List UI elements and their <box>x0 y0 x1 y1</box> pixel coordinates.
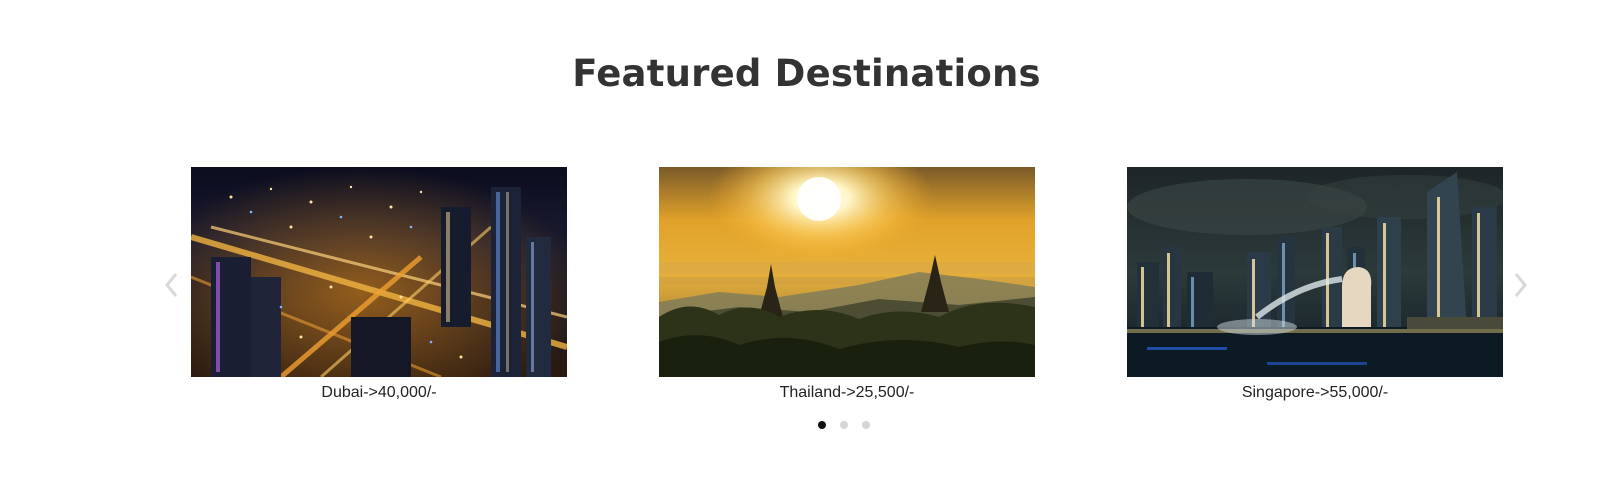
featured-destinations-section: Featured Destinations Dubai->40,000/- Th… <box>0 0 1613 485</box>
carousel-dot-1[interactable] <box>818 421 826 429</box>
carousel-next-button[interactable] <box>1510 270 1530 300</box>
carousel-pagination <box>818 421 870 429</box>
carousel-dot-3[interactable] <box>862 421 870 429</box>
singapore-merlion-night-photo[interactable] <box>1127 167 1503 377</box>
thailand-sunset-temples-photo[interactable] <box>659 167 1035 377</box>
dubai-night-city-photo[interactable] <box>191 167 567 377</box>
carousel-dot-2[interactable] <box>840 421 848 429</box>
chevron-left-icon <box>165 273 178 297</box>
destination-caption: Dubai->40,000/- <box>321 384 437 401</box>
destination-caption: Singapore->55,000/- <box>1241 384 1389 401</box>
chevron-right-icon <box>1514 273 1527 297</box>
destination-card-thailand[interactable]: Thailand->25,500/- <box>659 167 1035 402</box>
carousel-prev-button[interactable] <box>162 270 182 300</box>
destination-caption: Thailand->25,500/- <box>779 384 915 401</box>
destination-card-dubai[interactable]: Dubai->40,000/- <box>191 167 567 402</box>
section-title: Featured Destinations <box>572 52 1041 95</box>
destination-card-singapore[interactable]: Singapore->55,000/- <box>1127 167 1503 402</box>
